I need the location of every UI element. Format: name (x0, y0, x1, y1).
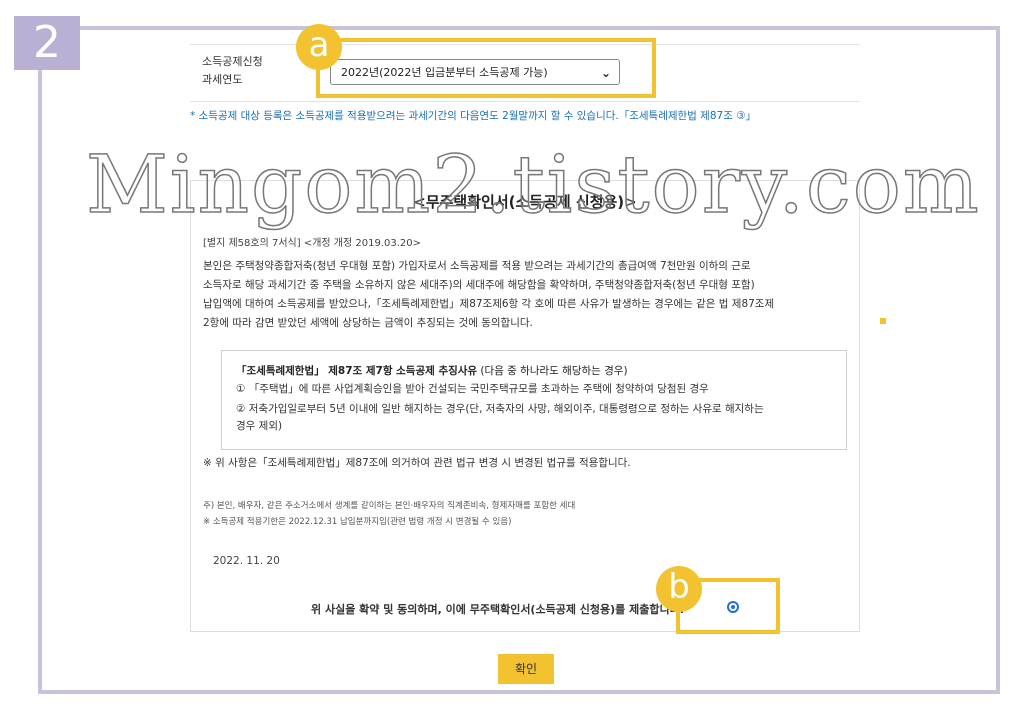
annotation-marker-a: a (296, 24, 342, 70)
annotation-marker-b: b (656, 566, 702, 612)
highlight-box-a (316, 38, 656, 98)
recapture-heading: 「조세특례제한법」 제87조 제7항 소득공제 추징사유 (다음 중 하나라도 … (236, 363, 628, 378)
recapture-conditions-box: 「조세특례제한법」 제87조 제7항 소득공제 추징사유 (다음 중 하나라도 … (221, 350, 847, 450)
footnote-household: 주) 본인, 배우자, 같은 주소거소에서 생계를 같이하는 본인·배우자의 직… (203, 501, 576, 511)
body-line: 납입액에 대하여 소득공제를 받았으나,「조세특례제한법」제87조제6항 각 호… (203, 298, 775, 310)
document-body: 본인은 주택청약종합저축(청년 우대형 포함) 가입자로서 소득공제를 적용 받… (203, 257, 849, 333)
no-house-confirmation-document: <무주택확인서(소득공제 신청용)> [별지 제58호의 7서식] <개정 개정… (190, 180, 860, 632)
document-title: <무주택확인서(소득공제 신청용)> (413, 193, 637, 211)
recapture-item-1: ① 「주택법」에 따른 사업계획승인을 받아 건설되는 국민주택규모를 초과하는… (236, 383, 709, 395)
step-number-badge: 2 (14, 16, 80, 70)
confirm-button[interactable]: 확인 (498, 654, 554, 684)
body-line: 본인은 주택청약종합저축(청년 우대형 포함) 가입자로서 소득공제를 적용 받… (203, 260, 751, 272)
form-reference: [별지 제58호의 7서식] <개정 개정 2019.03.20> (203, 238, 421, 249)
document-date: 2022. 11. 20 (213, 555, 280, 567)
tax-year-label: 소득공제신청 과세연도 (202, 53, 302, 89)
law-note: ※ 위 사항은「조세특례제한법」제87조에 의거하여 관련 법규 변경 시 변경… (203, 457, 631, 469)
recapture-item-2: ② 저축가입일로부터 5년 이내에 일반 해지하는 경우(단, 저축자의 사망,… (236, 403, 764, 415)
registration-deadline-notice: * 소득공제 대상 등록은 소득공제를 적용받으려는 과세기간의 다음연도 2월… (190, 110, 757, 122)
body-line: 소득자로 해당 과세기간 중 주택을 소유하지 않은 세대주)의 세대주에 해당… (203, 279, 755, 291)
recapture-heading-bold: 「조세특례제한법」 제87조 제7항 소득공제 추징사유 (236, 365, 478, 377)
tax-year-label-line1: 소득공제신청 (202, 55, 263, 68)
yellow-dot-mark (880, 318, 886, 324)
recapture-heading-rest: (다음 중 하나라도 해당하는 경우) (477, 365, 628, 377)
agreement-text: 위 사실을 확약 및 동의하며, 이에 무주택확인서(소득공제 신청용)를 제출… (311, 603, 684, 616)
footnote-deadline: ※ 소득공제 적용기한은 2022.12.31 납입분까지임(관련 법령 개정 … (203, 517, 512, 527)
tax-year-label-line2: 과세연도 (202, 73, 243, 86)
body-line: 2항에 따라 감면 받았던 세액에 상당하는 금액이 추징되는 것에 동의합니다… (203, 317, 533, 329)
recapture-item-2-cont: 경우 제외) (236, 420, 283, 432)
